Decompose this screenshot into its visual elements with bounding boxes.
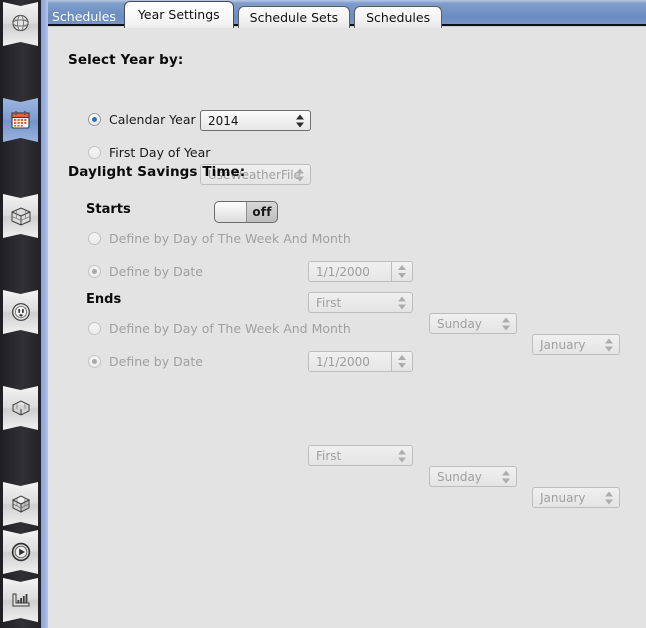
- daylight-savings-label: Daylight Savings Time:: [68, 164, 246, 180]
- tab-year-settings[interactable]: Year Settings: [123, 1, 234, 28]
- starts-ordinal-value: First: [316, 295, 342, 310]
- first-day-of-year-row: First Day of Year: [88, 145, 210, 160]
- ends-date-field[interactable]: 1/1/2000: [308, 351, 413, 372]
- starts-month-select[interactable]: January: [532, 334, 620, 355]
- spinner-arrows-icon[interactable]: [397, 294, 406, 311]
- sidebar-item-zones[interactable]: [0, 384, 41, 432]
- starts-by-date-label: Define by Date: [109, 264, 203, 279]
- year-settings-panel: Select Year by: Calendar Year 2014 First…: [48, 26, 646, 628]
- tab-bar: Schedules Year Settings Schedule Sets Sc…: [41, 0, 646, 28]
- starts-date-value[interactable]: 1/1/2000: [309, 262, 391, 281]
- sidebar-content-divider: [41, 0, 48, 628]
- starts-month-value: January: [540, 337, 586, 352]
- sidebar-item-results-summary[interactable]: [0, 576, 41, 624]
- spinner-arrows-icon[interactable]: [604, 489, 613, 506]
- sidebar-item-spaces[interactable]: [0, 480, 41, 528]
- calendar-year-value: 2014: [208, 113, 239, 128]
- tab-schedules[interactable]: Schedules: [354, 6, 443, 28]
- ends-month-value: January: [540, 490, 586, 505]
- sidebar-item-plate: [3, 290, 38, 334]
- spinner-arrows-icon[interactable]: [295, 166, 304, 183]
- calendar-year-label: Calendar Year: [109, 112, 196, 127]
- select-year-heading: Select Year by:: [68, 52, 184, 68]
- spinner-arrows-icon[interactable]: [391, 262, 412, 281]
- first-day-of-year-label: First Day of Year: [109, 145, 211, 160]
- ends-date-value[interactable]: 1/1/2000: [309, 352, 391, 371]
- ends-ordinal-value: First: [316, 448, 342, 463]
- ends-weekday-select[interactable]: Sunday: [429, 466, 517, 487]
- sidebar-item-schedules[interactable]: [0, 96, 41, 144]
- sidebar-item-plate: [3, 578, 38, 622]
- spinner-arrows-icon[interactable]: [501, 468, 510, 485]
- ends-month-select[interactable]: January: [532, 487, 620, 508]
- sidebar-item-site[interactable]: [0, 0, 41, 48]
- ends-weekday-value: Sunday: [437, 469, 482, 484]
- spinner-arrows-icon[interactable]: [295, 112, 304, 129]
- daylight-savings-toggle[interactable]: off: [214, 201, 278, 223]
- spinner-arrows-icon[interactable]: [604, 336, 613, 353]
- starts-heading: Starts: [86, 202, 131, 217]
- starts-by-day-row: Define by Day of The Week And Month: [88, 231, 351, 246]
- ends-heading: Ends: [86, 292, 122, 307]
- starts-date-field[interactable]: 1/1/2000: [308, 261, 413, 282]
- sidebar-item-constructions[interactable]: [0, 192, 41, 240]
- spinner-arrows-icon[interactable]: [397, 447, 406, 464]
- spinner-arrows-icon[interactable]: [501, 315, 510, 332]
- sidebar-item-loads[interactable]: [0, 288, 41, 336]
- sidebar-item-plate: [3, 386, 38, 430]
- calendar-year-value-spinner[interactable]: 2014: [200, 110, 311, 131]
- sidebar-item-plate: [3, 530, 38, 574]
- spinner-arrows-icon[interactable]: [391, 352, 412, 371]
- tab-schedule-sets[interactable]: Schedule Sets: [237, 6, 351, 28]
- toggle-knob: [215, 202, 247, 222]
- starts-weekday-select[interactable]: Sunday: [429, 313, 517, 334]
- sidebar-lower-group: [0, 528, 41, 628]
- ends-by-date-label: Define by Date: [109, 354, 203, 369]
- starts-by-date-radio[interactable]: [88, 265, 101, 278]
- sidebar-item-plate: [3, 98, 38, 142]
- starts-by-day-radio[interactable]: [88, 232, 101, 245]
- application-window: Schedules Year Settings Schedule Sets Sc…: [0, 0, 646, 628]
- starts-ordinal-select[interactable]: First: [308, 292, 413, 313]
- first-day-of-year-radio[interactable]: [88, 146, 101, 159]
- starts-by-day-label: Define by Day of The Week And Month: [109, 231, 351, 246]
- sidebar-item-plate: [3, 482, 38, 526]
- sidebar-item-plate: [3, 2, 38, 46]
- tab-schedules-ghost[interactable]: Schedules: [48, 6, 124, 28]
- calendar-year-row: Calendar Year: [88, 112, 196, 127]
- starts-by-date-row: Define by Date: [88, 264, 203, 279]
- ends-by-day-radio[interactable]: [88, 322, 101, 335]
- calendar-year-radio[interactable]: [88, 113, 101, 126]
- sidebar-item-run-simulation[interactable]: [0, 528, 41, 576]
- ends-by-day-label: Define by Day of The Week And Month: [109, 321, 351, 336]
- daylight-savings-state: off: [252, 205, 272, 219]
- ends-by-date-row: Define by Date: [88, 354, 203, 369]
- ends-by-date-radio[interactable]: [88, 355, 101, 368]
- sidebar-item-plate: [3, 194, 38, 238]
- ends-ordinal-select[interactable]: First: [308, 445, 413, 466]
- starts-weekday-value: Sunday: [437, 316, 482, 331]
- ends-by-day-row: Define by Day of The Week And Month: [88, 321, 351, 336]
